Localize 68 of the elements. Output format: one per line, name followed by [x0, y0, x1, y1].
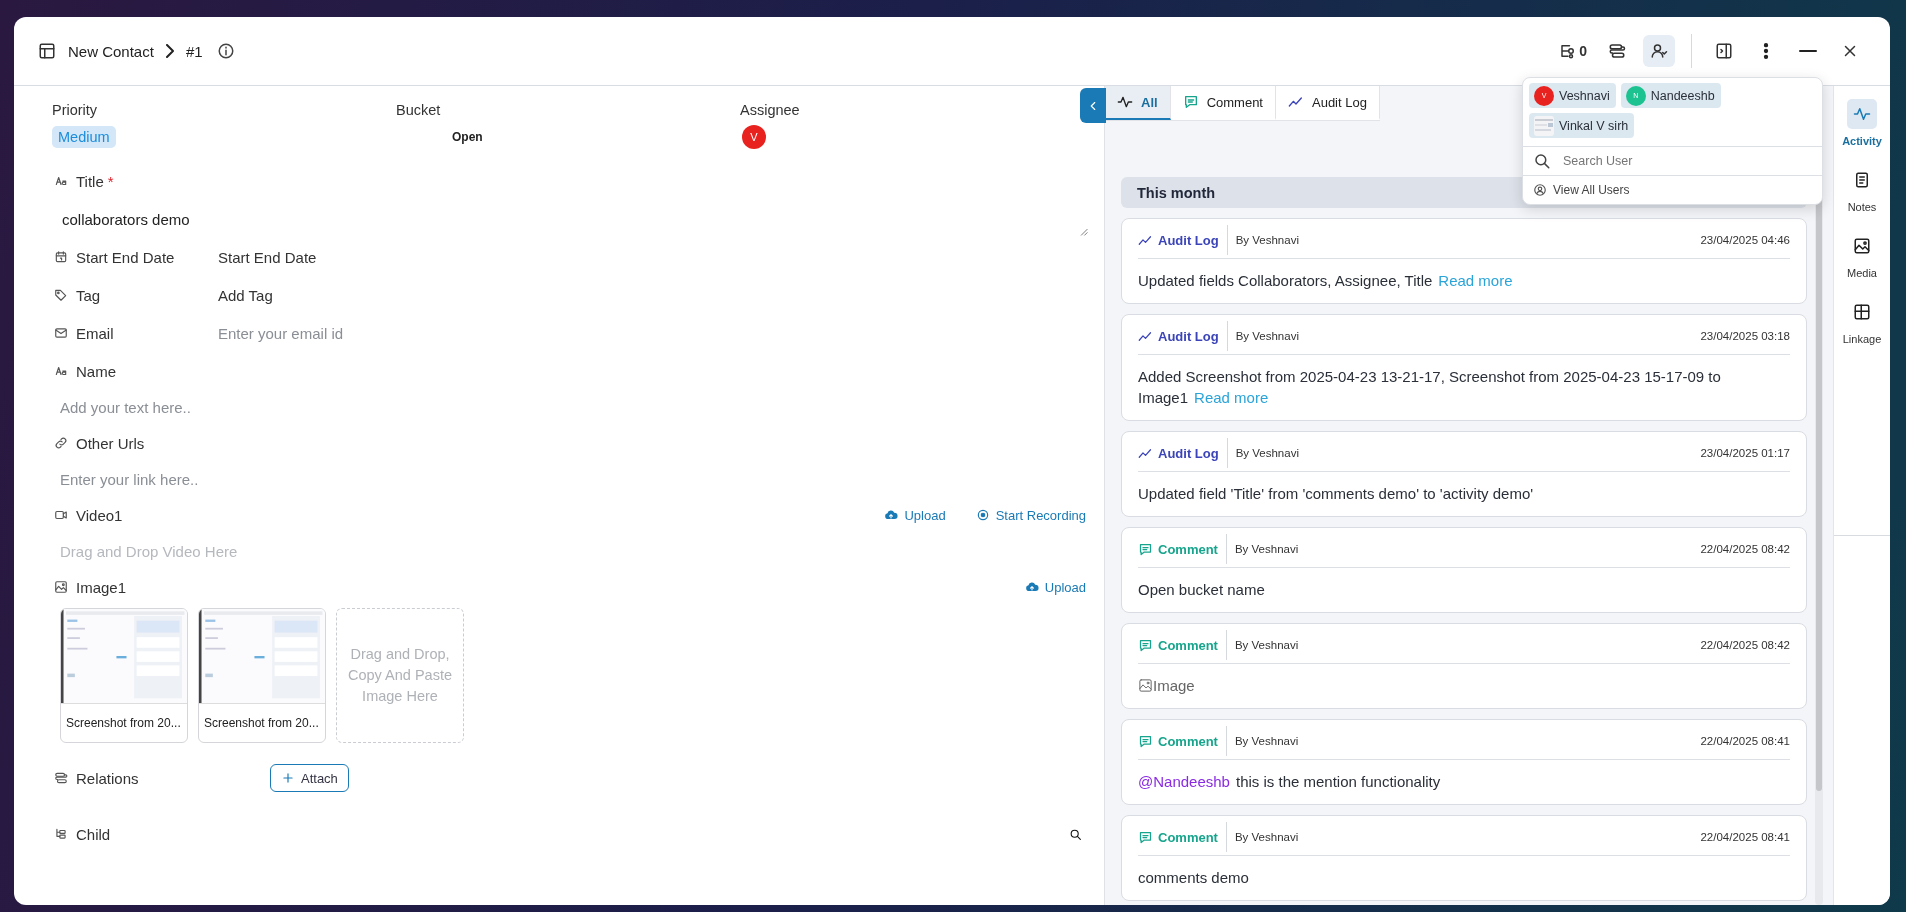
entry-time: 23/04/2025 04:46: [1700, 234, 1790, 246]
image-alt-text: Image: [1153, 677, 1195, 694]
search-user-field[interactable]: Search User: [1563, 154, 1812, 168]
entry-type: Audit Log: [1158, 232, 1219, 248]
field-label: Video1: [76, 506, 123, 524]
entry-author: By Veshnavi: [1234, 735, 1299, 747]
entry-type: Comment: [1158, 637, 1218, 653]
field-label: Bucket: [395, 102, 442, 118]
filter-tab[interactable]: All: [1105, 86, 1171, 120]
side-rail-tab[interactable]: Media: [1847, 231, 1877, 279]
field-label: Start End Date: [76, 248, 175, 266]
image-thumbnail[interactable]: Screenshot from 20...: [198, 608, 326, 743]
start-recording-button[interactable]: Start Recording: [975, 507, 1086, 523]
image-caption: Screenshot from 20...: [203, 715, 320, 732]
field-label: Relations: [76, 769, 139, 787]
entry-time: 22/04/2025 08:41: [1700, 831, 1790, 843]
title-input[interactable]: collaborators demo: [54, 200, 1088, 238]
view-all-users-button[interactable]: View All Users: [1523, 176, 1640, 204]
entry-author: By Veshnavi: [1234, 831, 1299, 843]
comment-text: comments demo: [1138, 868, 1250, 888]
audit-message: Updated fields Collaborators, Assignee, Title Read more: [1138, 271, 1514, 291]
audit-message: Updated field 'Title' from 'comments demo' to 'activity demo': [1138, 484, 1535, 504]
entry-time: 22/04/2025 08:42: [1700, 639, 1790, 651]
field-value[interactable]: Start End Date: [218, 248, 317, 266]
upload-button[interactable]: Upload: [884, 507, 946, 523]
priority-badge: Medium: [52, 126, 116, 148]
entry-time: 22/04/2025 08:42: [1700, 543, 1790, 555]
assignee-avatar: V: [742, 125, 766, 149]
field-label: Assignee: [739, 102, 801, 118]
side-rail-tab[interactable]: Notes: [1847, 165, 1877, 213]
required-asterisk: *: [107, 172, 114, 190]
entry-type: Comment: [1158, 541, 1218, 557]
side-rail-tab[interactable]: Linkage: [1842, 297, 1882, 345]
record-title: New Contact: [68, 42, 154, 60]
record-number: #1: [185, 42, 203, 60]
audit-message: Added Screenshot from 2025-04-23 13-21-17, Screenshot from 2025-04-23 15-17-09 to Image1 Read more: [1138, 367, 1722, 408]
comment-text: Open bucket name: [1138, 580, 1266, 600]
entry-author: By Veshnavi: [1235, 234, 1299, 246]
entry-author: By Veshnavi: [1235, 447, 1299, 459]
bucket-value: Open: [452, 130, 483, 144]
field-label: Other Urls: [76, 434, 145, 452]
upload-button[interactable]: Upload: [1024, 579, 1086, 595]
entry-time: 23/04/2025 03:18: [1700, 330, 1790, 342]
image-caption: Screenshot from 20...: [65, 715, 182, 732]
comment-text: @Nandeeshb this is the mention functionality: [1138, 772, 1442, 792]
entry-type: Audit Log: [1158, 328, 1219, 344]
entry-time: 23/04/2025 01:17: [1700, 447, 1790, 459]
field-value[interactable]: Add Tag: [218, 286, 273, 304]
entry-type: Comment: [1158, 829, 1218, 845]
field-label: Name: [76, 362, 116, 380]
field-label: Email: [76, 324, 114, 342]
attach-button[interactable]: Attach: [270, 764, 349, 792]
entry-time: 22/04/2025 08:41: [1700, 735, 1790, 747]
field-label: Child: [76, 825, 111, 843]
entry-author: By Veshnavi: [1234, 639, 1299, 651]
field-label: Priority: [51, 102, 99, 118]
side-rail-tab[interactable]: Activity: [1842, 99, 1882, 147]
entry-author: By Veshnavi: [1235, 330, 1299, 342]
entry-author: By Veshnavi: [1234, 543, 1299, 555]
field-label: Title: [76, 172, 104, 190]
mention-link[interactable]: @Nandeeshb: [1138, 773, 1230, 790]
field-label: Tag: [76, 286, 101, 304]
entry-type: Audit Log: [1158, 445, 1219, 461]
collaborators-button[interactable]: 0: [1555, 35, 1591, 67]
collaborator-chip[interactable]: Vinkal V sirh: [1529, 113, 1635, 138]
field-label: Image1: [76, 578, 127, 596]
image-thumbnail[interactable]: Screenshot from 20...: [60, 608, 188, 743]
entry-type: Comment: [1158, 733, 1218, 749]
